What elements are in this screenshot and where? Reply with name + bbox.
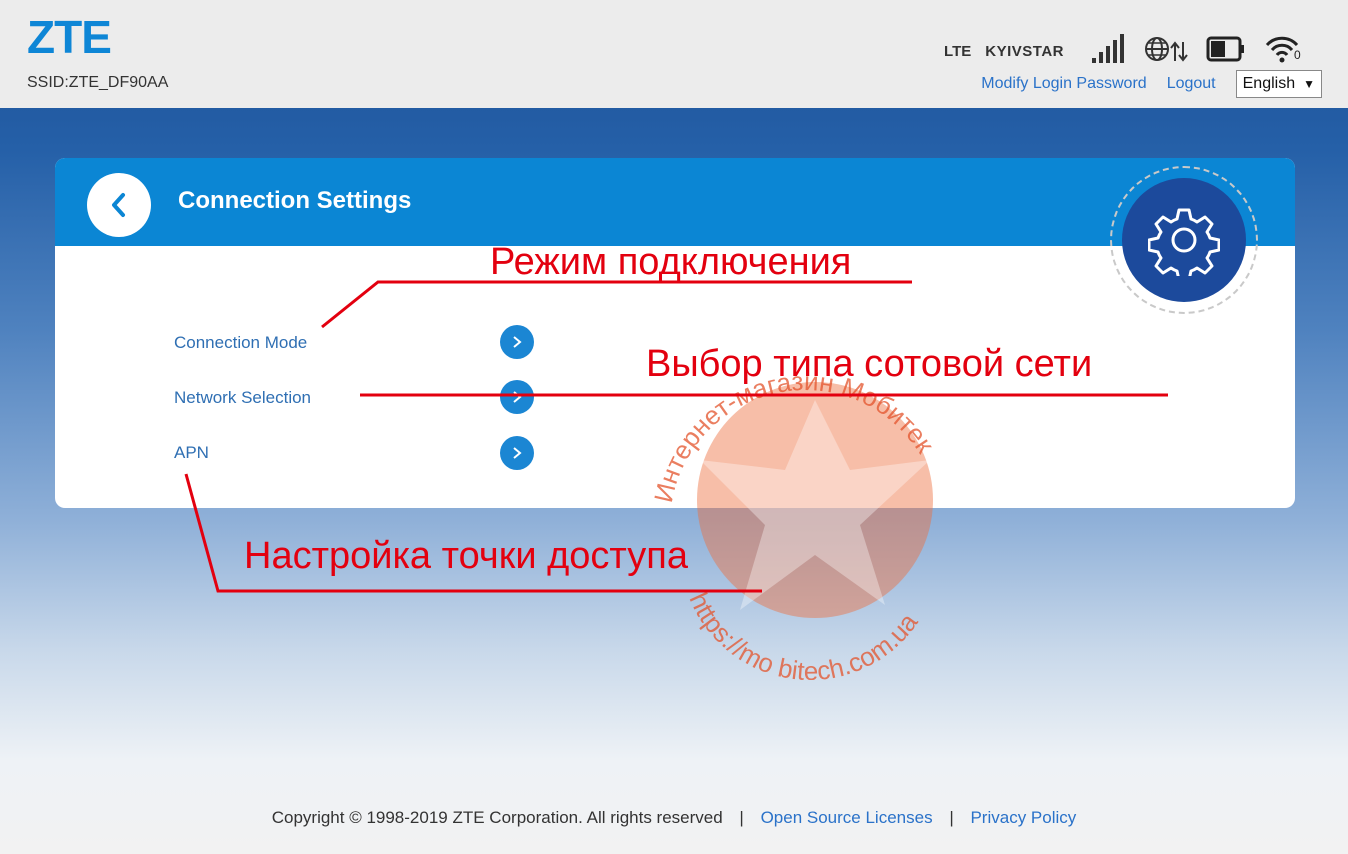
footer-separator: |: [739, 808, 744, 827]
annotation-network-selection: Выбор типа сотовой сети: [646, 343, 1093, 385]
annotation-lines: [184, 280, 1168, 593]
open-source-licenses-link[interactable]: Open Source Licenses: [761, 808, 933, 827]
annotation-connection-mode: Режим подключения: [490, 241, 852, 283]
annotation-line-connection-mode: [321, 280, 912, 329]
footer: Copyright © 1998-2019 ZTE Corporation. A…: [0, 808, 1348, 828]
footer-separator: |: [949, 808, 954, 827]
copyright-text: Copyright © 1998-2019 ZTE Corporation. A…: [271, 808, 723, 827]
annotation-apn: Настройка точки доступа: [244, 535, 688, 577]
privacy-policy-link[interactable]: Privacy Policy: [970, 808, 1076, 827]
